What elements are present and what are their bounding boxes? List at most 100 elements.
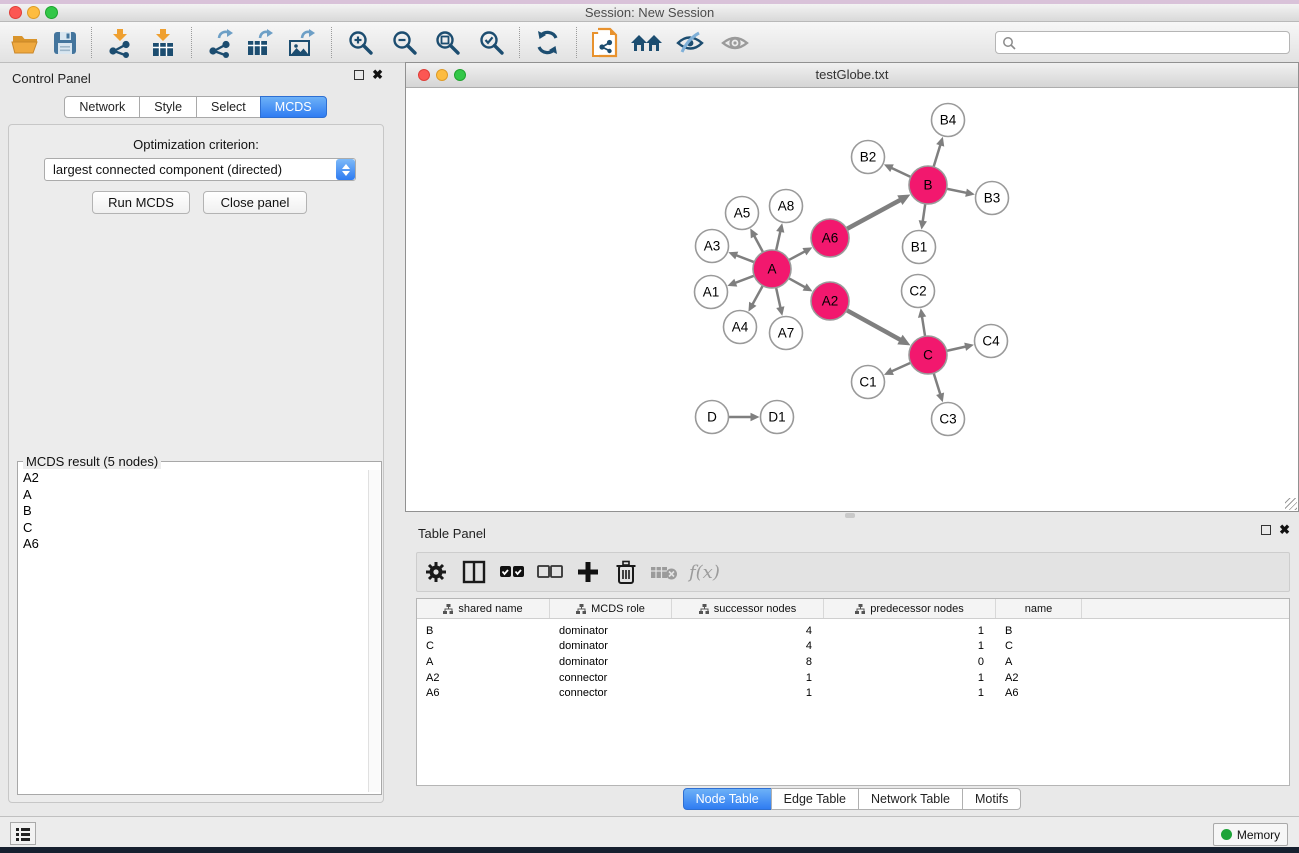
export-table-button[interactable] [240,25,278,61]
cell-predecessor-nodes[interactable]: 1 [824,672,996,684]
cell-predecessor-nodes[interactable]: 0 [824,656,996,668]
cell-mcds-role[interactable]: connector [550,672,672,684]
show-column-panel-button[interactable] [455,560,493,584]
cell-successor-nodes[interactable]: 8 [672,656,824,668]
edge-A2-C[interactable] [847,310,901,340]
edge-A6-B[interactable] [847,200,901,229]
table-row[interactable]: A2connector11A2 [417,670,1289,686]
task-history-button[interactable] [10,822,36,845]
network-view-window[interactable]: testGlobe.txt AA1A2A3A4A5A6A7A8BB1B2B3B4… [405,62,1299,512]
network-window-titlebar[interactable]: testGlobe.txt [406,63,1298,88]
cell-successor-nodes[interactable]: 1 [672,672,824,684]
search-input[interactable] [1016,33,1289,52]
search-field[interactable] [995,31,1290,54]
cell-mcds-role[interactable]: dominator [550,656,672,668]
cell-shared-name[interactable]: A2 [417,672,550,684]
edge-A-A7[interactable] [776,288,780,309]
network-graph[interactable]: AA1A2A3A4A5A6A7A8BB1B2B3B4CC1C2C3C4DD1 [406,88,1298,511]
window-resize-grip[interactable] [1285,498,1297,510]
edge-C-C2[interactable] [922,316,925,336]
float-table-panel-icon[interactable] [1261,525,1271,535]
tab-edge-table[interactable]: Edge Table [771,788,859,810]
save-session-button[interactable] [46,25,84,61]
cell-name[interactable]: A2 [996,672,1082,684]
tab-select[interactable]: Select [196,96,261,118]
edge-A-A1[interactable] [735,276,754,283]
cell-shared-name[interactable]: A6 [417,687,550,699]
network-from-file-button[interactable] [586,25,624,61]
edge-A-A3[interactable] [736,255,754,262]
cell-mcds-role[interactable]: dominator [550,625,672,637]
main-titlebar[interactable]: Session: New Session [0,4,1299,22]
zoom-out-button[interactable] [386,25,424,61]
tab-mcds[interactable]: MCDS [260,96,327,118]
table-row[interactable]: A6connector11A6 [417,685,1289,701]
close-panel-button[interactable]: Close panel [203,191,307,214]
select-all-columns-button[interactable] [493,565,531,579]
cell-successor-nodes[interactable]: 4 [672,625,824,637]
criterion-select[interactable]: largest connected component (directed) [44,158,356,181]
column-header-mcds-role[interactable]: MCDS role [550,599,672,618]
unselect-all-columns-button[interactable] [531,565,569,579]
column-header-successor-nodes[interactable]: successor nodes [672,599,824,618]
add-column-button[interactable] [569,560,607,584]
export-image-button[interactable] [282,25,320,61]
open-session-button[interactable] [6,25,44,61]
run-mcds-button[interactable]: Run MCDS [92,191,190,214]
edge-B-B4[interactable] [934,144,941,166]
select-stepper-icon[interactable] [336,159,355,180]
cell-name[interactable]: A [996,656,1082,668]
column-header-name[interactable]: name [996,599,1082,618]
edge-B-B2[interactable] [891,168,911,177]
close-table-panel-icon[interactable]: ✖ [1279,525,1290,535]
cell-name[interactable]: C [996,640,1082,652]
zoom-selected-button[interactable] [473,25,511,61]
mcds-result-item[interactable]: A [19,487,368,504]
cell-name[interactable]: B [996,625,1082,637]
cell-successor-nodes[interactable]: 4 [672,640,824,652]
tab-network-table[interactable]: Network Table [858,788,963,810]
network-canvas[interactable]: AA1A2A3A4A5A6A7A8BB1B2B3B4CC1C2C3C4DD1 [406,88,1298,511]
hide-details-button[interactable] [671,25,709,61]
home-view-button[interactable] [628,25,666,61]
table-row[interactable]: Adominator80A [417,654,1289,670]
cell-predecessor-nodes[interactable]: 1 [824,640,996,652]
edge-A-A6[interactable] [789,251,806,260]
edge-C-C3[interactable] [934,373,941,395]
mcds-result-item[interactable]: B [19,503,368,520]
cell-shared-name[interactable]: C [417,640,550,652]
edge-A-A4[interactable] [752,286,763,305]
tab-network[interactable]: Network [64,96,140,118]
close-panel-icon[interactable]: ✖ [372,70,383,80]
delete-column-button[interactable] [607,560,645,585]
import-network-button[interactable] [101,25,139,61]
tab-node-table[interactable]: Node Table [683,788,772,810]
cell-shared-name[interactable]: A [417,656,550,668]
mcds-result-item[interactable]: A2 [19,470,368,487]
table-row[interactable]: Bdominator41B [417,623,1289,639]
mcds-result-item[interactable]: C [19,520,368,537]
zoom-fit-button[interactable] [429,25,467,61]
edge-C-C1[interactable] [891,363,910,372]
zoom-in-button[interactable] [342,25,380,61]
cell-name[interactable]: A6 [996,687,1082,699]
column-header-predecessor-nodes[interactable]: predecessor nodes [824,599,996,618]
edge-A-A2[interactable] [789,278,806,287]
float-panel-icon[interactable] [354,70,364,80]
splitter-handle[interactable] [845,513,855,518]
export-network-button[interactable] [201,25,239,61]
cell-mcds-role[interactable]: dominator [550,640,672,652]
column-header-shared-name[interactable]: shared name [417,599,550,618]
edge-A-A5[interactable] [754,235,763,252]
edge-B-B1[interactable] [923,204,926,222]
table-row[interactable]: Cdominator41C [417,639,1289,655]
cell-mcds-role[interactable]: connector [550,687,672,699]
result-list-scrollbar[interactable] [368,470,380,792]
table-settings-button[interactable] [417,560,455,584]
cell-successor-nodes[interactable]: 1 [672,687,824,699]
edge-B-B3[interactable] [947,189,967,193]
tab-motifs[interactable]: Motifs [962,788,1021,810]
memory-button[interactable]: Memory [1213,823,1288,846]
import-table-button[interactable] [144,25,182,61]
edge-A-A8[interactable] [776,231,780,251]
